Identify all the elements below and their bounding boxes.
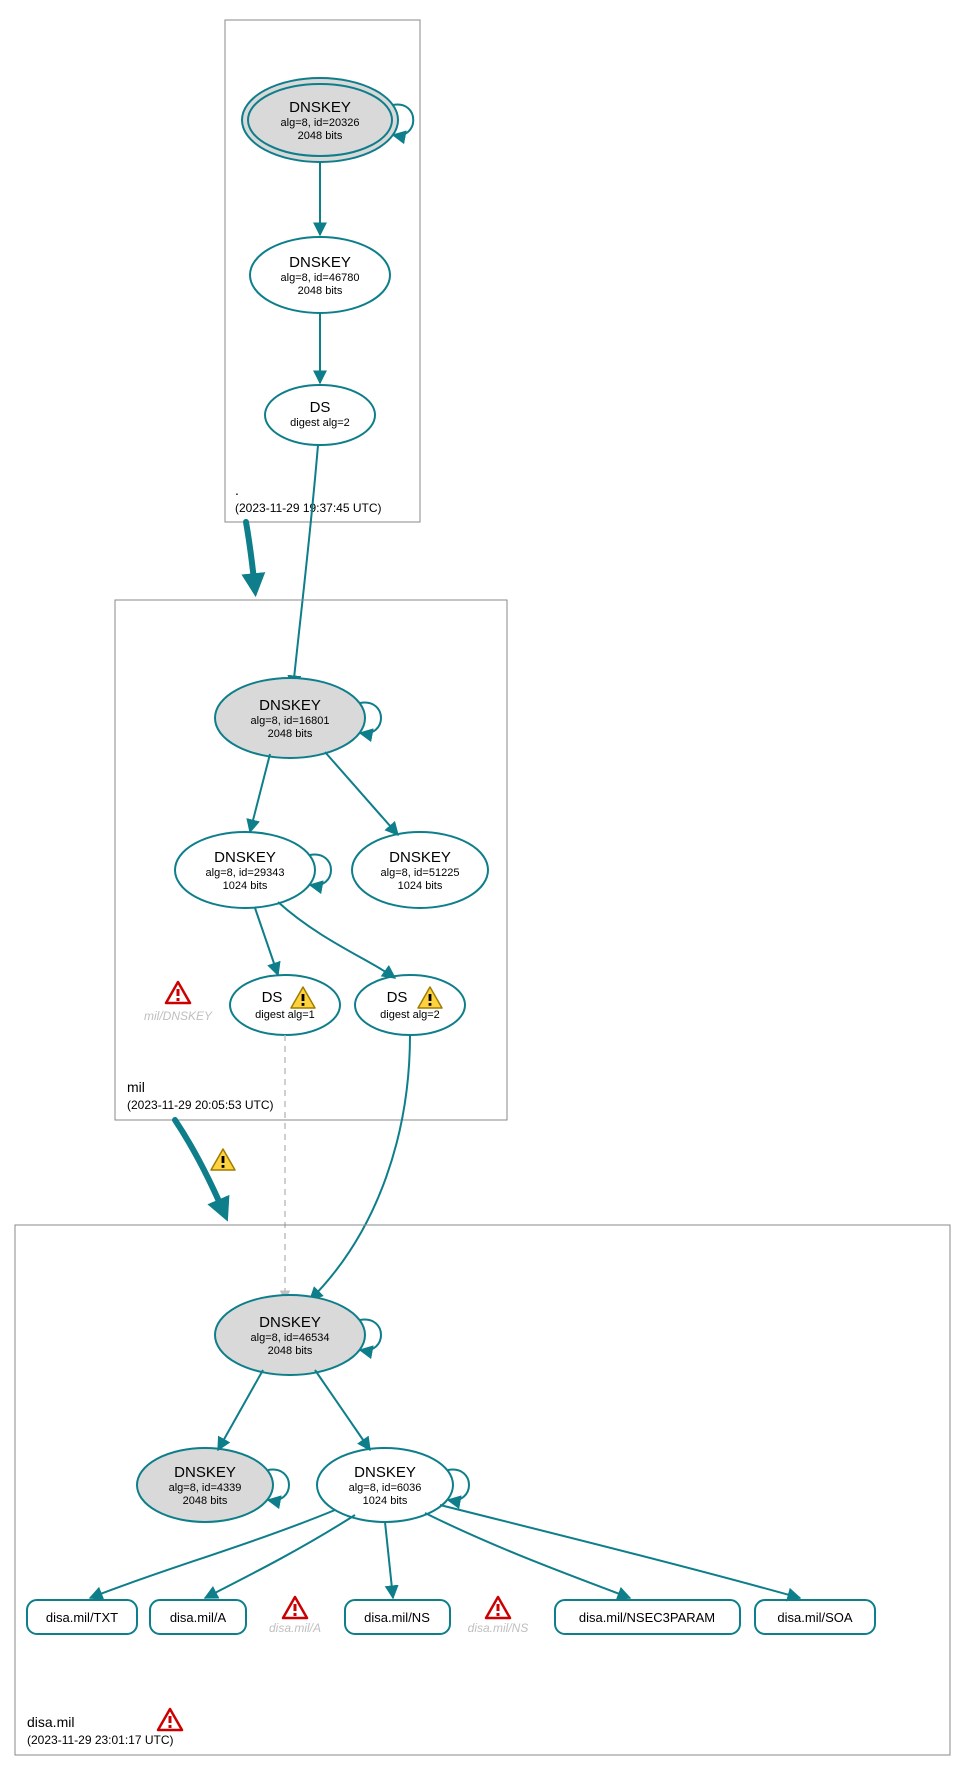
error-icon: [158, 1709, 182, 1730]
edge-disaksk-ksk2: [218, 1370, 263, 1450]
mil-zsk1-node[interactable]: DNSKEY alg=8, id=29343 1024 bits: [175, 832, 331, 908]
rr-soa[interactable]: disa.mil/SOA: [755, 1600, 875, 1634]
edge-zsk-ns: [385, 1522, 393, 1598]
svg-text:2048 bits: 2048 bits: [298, 130, 343, 142]
svg-text:disa.mil/NS: disa.mil/NS: [468, 1621, 529, 1635]
root-ksk-node[interactable]: DNSKEY alg=8, id=20326 2048 bits: [242, 78, 413, 162]
svg-text:alg=8, id=16801: alg=8, id=16801: [251, 715, 330, 727]
edge-zsk-soa: [440, 1505, 800, 1598]
svg-text:1024 bits: 1024 bits: [223, 880, 268, 892]
svg-text:DNSKEY: DNSKEY: [214, 849, 276, 866]
svg-text:DNSKEY: DNSKEY: [259, 1314, 321, 1331]
mil-zsk2-node[interactable]: DNSKEY alg=8, id=51225 1024 bits: [352, 832, 488, 908]
svg-text:DNSKEY: DNSKEY: [289, 99, 351, 116]
ghost-a: disa.mil/A: [269, 1597, 321, 1635]
edge-disaksk-zsk: [315, 1370, 370, 1450]
svg-text:digest alg=2: digest alg=2: [290, 417, 350, 429]
svg-text:disa.mil/TXT: disa.mil/TXT: [46, 1610, 118, 1625]
mil-ksk-node[interactable]: DNSKEY alg=8, id=16801 2048 bits: [215, 678, 381, 758]
svg-text:2048 bits: 2048 bits: [268, 728, 313, 740]
error-icon: [486, 1597, 510, 1618]
disa-zsk-node[interactable]: DNSKEY alg=8, id=6036 1024 bits: [317, 1448, 469, 1522]
edge-zsk-a: [205, 1515, 355, 1598]
edge-zsk1-ds2: [278, 902, 395, 978]
svg-text:DS: DS: [310, 399, 331, 416]
edge-zsk1-ds1: [255, 908, 278, 975]
edge-zsk-txt: [90, 1510, 335, 1598]
error-icon: [166, 982, 190, 1003]
deleg-root-mil: [246, 522, 255, 590]
zone-disa: disa.mil (2023-11-29 23:01:17 UTC) DNSKE…: [15, 1225, 950, 1755]
zone-disa-name: disa.mil: [27, 1714, 74, 1730]
svg-text:2048 bits: 2048 bits: [183, 1495, 228, 1507]
rr-a[interactable]: disa.mil/A: [150, 1600, 246, 1634]
svg-text:DNSKEY: DNSKEY: [354, 1464, 416, 1481]
svg-text:DNSKEY: DNSKEY: [389, 849, 451, 866]
svg-text:1024 bits: 1024 bits: [363, 1495, 408, 1507]
rr-nsec3[interactable]: disa.mil/NSEC3PARAM: [555, 1600, 740, 1634]
disa-ksk-node[interactable]: DNSKEY alg=8, id=46534 2048 bits: [215, 1295, 381, 1375]
edge-milksk-zsk1: [250, 754, 270, 832]
zone-root: . (2023-11-29 19:37:45 UTC) DNSKEY alg=8…: [225, 20, 420, 522]
svg-text:2048 bits: 2048 bits: [268, 1345, 313, 1357]
root-zsk-node[interactable]: DNSKEY alg=8, id=46780 2048 bits: [250, 237, 390, 313]
zone-mil-time: (2023-11-29 20:05:53 UTC): [127, 1098, 274, 1112]
zone-root-time: (2023-11-29 19:37:45 UTC): [235, 501, 382, 515]
edge-rootds-milksk: [293, 445, 318, 688]
svg-text:2048 bits: 2048 bits: [298, 285, 343, 297]
svg-text:DNSKEY: DNSKEY: [289, 254, 351, 271]
zone-root-name: .: [235, 482, 239, 498]
svg-text:alg=8, id=51225: alg=8, id=51225: [381, 867, 460, 879]
root-ds-node[interactable]: DS digest alg=2: [265, 385, 375, 445]
svg-text:1024 bits: 1024 bits: [398, 880, 443, 892]
warning-icon: [211, 1149, 235, 1170]
disa-ksk2-node[interactable]: DNSKEY alg=8, id=4339 2048 bits: [137, 1448, 289, 1522]
svg-text:alg=8, id=6036: alg=8, id=6036: [349, 1482, 422, 1494]
svg-text:alg=8, id=4339: alg=8, id=4339: [169, 1482, 242, 1494]
svg-text:digest alg=1: digest alg=1: [255, 1009, 315, 1021]
svg-text:DNSKEY: DNSKEY: [174, 1464, 236, 1481]
mil-ghost-dnskey: mil/DNSKEY: [144, 982, 213, 1023]
edge-ds2-disaksk: [310, 1035, 410, 1300]
rr-txt[interactable]: disa.mil/TXT: [27, 1600, 137, 1634]
svg-text:DNSKEY: DNSKEY: [259, 697, 321, 714]
svg-text:disa.mil/SOA: disa.mil/SOA: [777, 1610, 852, 1625]
svg-text:alg=8, id=46780: alg=8, id=46780: [281, 272, 360, 284]
edge-milksk-zsk2: [325, 752, 398, 835]
svg-text:disa.mil/A: disa.mil/A: [170, 1610, 227, 1625]
zone-disa-time: (2023-11-29 23:01:17 UTC): [27, 1733, 174, 1747]
svg-text:disa.mil/NS: disa.mil/NS: [364, 1610, 430, 1625]
mil-ds2-node[interactable]: DS digest alg=2: [355, 975, 465, 1035]
svg-text:DS: DS: [387, 989, 408, 1006]
svg-text:alg=8, id=29343: alg=8, id=29343: [206, 867, 285, 879]
svg-text:alg=8, id=46534: alg=8, id=46534: [251, 1332, 330, 1344]
svg-text:digest alg=2: digest alg=2: [380, 1009, 440, 1021]
mil-ds1-node[interactable]: DS digest alg=1: [230, 975, 340, 1035]
svg-text:disa.mil/NSEC3PARAM: disa.mil/NSEC3PARAM: [579, 1610, 715, 1625]
svg-text:alg=8, id=20326: alg=8, id=20326: [281, 117, 360, 129]
edge-zsk-nsec: [425, 1513, 630, 1598]
zone-mil: mil (2023-11-29 20:05:53 UTC) DNSKEY alg…: [115, 600, 507, 1120]
svg-text:mil/DNSKEY: mil/DNSKEY: [144, 1009, 213, 1023]
ghost-ns: disa.mil/NS: [468, 1597, 529, 1635]
rr-ns[interactable]: disa.mil/NS: [345, 1600, 450, 1634]
error-icon: [283, 1597, 307, 1618]
svg-text:DS: DS: [262, 989, 283, 1006]
svg-text:disa.mil/A: disa.mil/A: [269, 1621, 321, 1635]
zone-mil-name: mil: [127, 1079, 145, 1095]
